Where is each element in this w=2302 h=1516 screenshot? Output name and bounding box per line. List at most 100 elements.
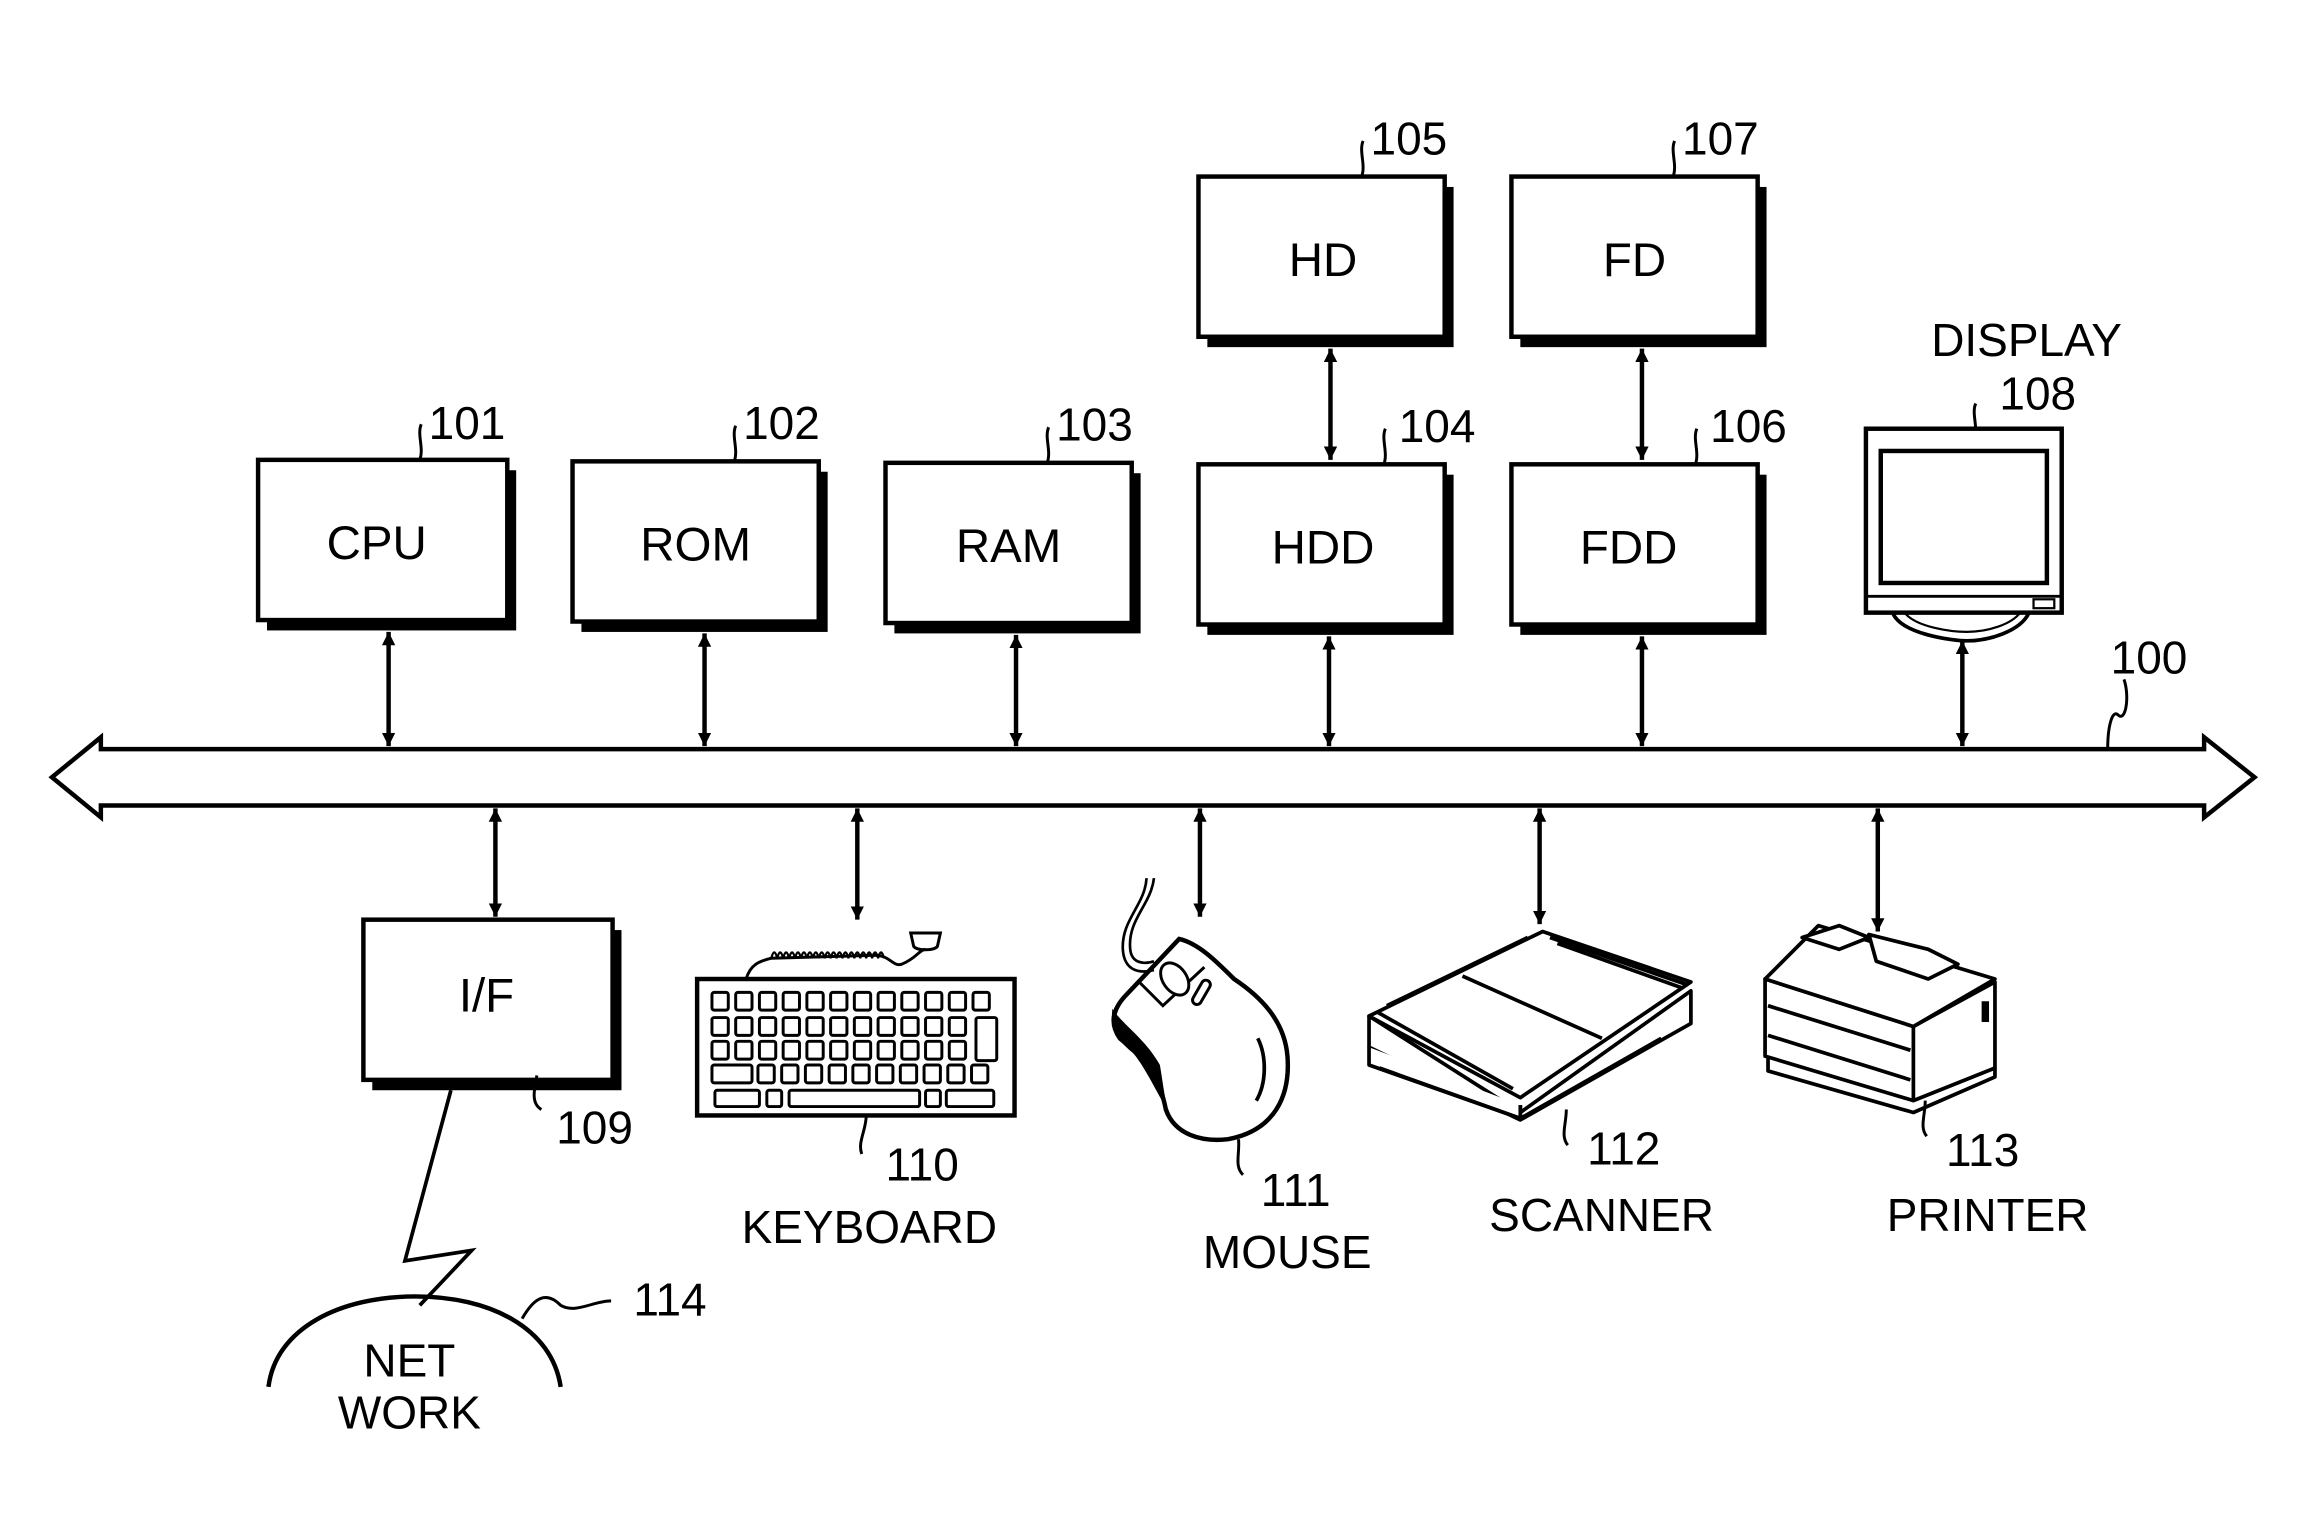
mouse-icon [1111, 877, 1291, 1142]
network-cloud: NET WORK 114 [266, 1274, 707, 1438]
block-fd-label: FD [1603, 234, 1666, 287]
keyboard-key [875, 1063, 895, 1085]
keyboard-key [734, 1016, 754, 1037]
keyboard-key [876, 1039, 896, 1061]
keyboard-key [900, 1016, 920, 1037]
keyboard-key [944, 1088, 996, 1109]
keyboard-key [970, 1063, 990, 1085]
keyboard-key [947, 1039, 968, 1061]
keyboard-key [787, 1088, 922, 1109]
device-keyboard: 110 KEYBOARD [694, 808, 1017, 1253]
network-leader-line [520, 1296, 612, 1320]
printer-ref: 113 [1946, 1124, 2019, 1176]
block-if-label: I/F [459, 970, 514, 1023]
keyboard-key [829, 1039, 849, 1061]
keyboard-icon [694, 931, 1017, 1118]
keyboard-key [780, 1063, 800, 1085]
device-display: DISPLAY 108 [1863, 314, 2122, 747]
keyboard-key [971, 990, 991, 1012]
bus-ref: 100 [2111, 631, 2188, 683]
keyboard-key [757, 1016, 778, 1037]
block-cpu-ref: 101 [429, 397, 506, 449]
mouse-caption: MOUSE [1203, 1226, 1372, 1278]
keyboard-key [900, 990, 920, 1012]
keyboard-key [876, 990, 896, 1012]
keyboard-key [710, 1063, 754, 1085]
keyboard-key [876, 1016, 896, 1037]
keyboard-key [829, 1016, 849, 1037]
device-printer: 113 PRINTER [1763, 808, 2088, 1241]
block-ram: RAM 103 [883, 399, 1141, 747]
keyboard-key [947, 1016, 968, 1037]
keyboard-key [734, 990, 754, 1012]
block-ram-label: RAM [956, 520, 1061, 573]
keyboard-key [852, 1016, 873, 1037]
keyboard-ref: 110 [885, 1139, 958, 1191]
network-label-line1: NET [363, 1335, 455, 1387]
keyboard-key [765, 1088, 784, 1109]
block-fd-ref: 107 [1682, 112, 1759, 164]
network-label-line2: WORK [338, 1386, 481, 1438]
block-if-ref: 109 [556, 1102, 633, 1154]
block-fdd-ref: 106 [1710, 400, 1787, 452]
scanner-icon [1367, 929, 1693, 1122]
keyboard-key [781, 1016, 801, 1037]
keyboard-key [803, 1063, 824, 1085]
bus-leader-line [2106, 678, 2129, 750]
keyboard-key [710, 1016, 730, 1037]
keyboard-key [757, 990, 778, 1012]
keyboard-key [924, 990, 944, 1012]
block-fdd: FDD 106 [1509, 400, 1787, 747]
system-block-diagram: 100 CPU 101 ROM 102 RAM 103 HD 105 HDD 1… [48, 112, 2259, 1438]
block-rom-label: ROM [640, 519, 751, 572]
scanner-caption: SCANNER [1489, 1189, 1714, 1241]
system-bus: 100 [48, 631, 2259, 823]
block-hdd-label: HDD [1272, 522, 1375, 575]
keyboard-key [852, 990, 873, 1012]
block-if: I/F 109 [361, 808, 633, 1307]
block-ram-ref: 103 [1056, 399, 1133, 451]
keyboard-key [851, 1063, 871, 1085]
device-scanner: 112 SCANNER [1367, 808, 1714, 1241]
keyboard-key [900, 1039, 920, 1061]
keyboard-key [924, 1088, 942, 1109]
keyboard-key [924, 1039, 944, 1061]
display-ref: 108 [1999, 367, 2076, 419]
block-hd-label: HD [1289, 234, 1358, 287]
block-hdd: HDD 104 [1196, 400, 1476, 747]
keyboard-key [946, 1063, 966, 1085]
keyboard-caption: KEYBOARD [742, 1201, 997, 1253]
keyboard-key [947, 990, 968, 1012]
keyboard-key [852, 1039, 873, 1061]
keyboard-key [898, 1063, 919, 1085]
monitor-icon [1863, 426, 2064, 643]
bus-double-arrow [48, 732, 2259, 823]
network-ref: 114 [633, 1274, 706, 1326]
network-link-line [402, 1089, 477, 1307]
keyboard-key [734, 1039, 754, 1061]
display-caption: DISPLAY [1931, 314, 2122, 366]
block-rom-ref: 102 [743, 397, 820, 449]
keyboard-key [710, 990, 730, 1012]
block-cpu: CPU 101 [255, 397, 517, 747]
block-fdd-label: FDD [1580, 522, 1678, 575]
keyboard-key [827, 1063, 847, 1085]
keyboard-key [805, 1039, 825, 1061]
block-rom: ROM 102 [570, 397, 828, 747]
keyboard-key [757, 1039, 778, 1061]
keyboard-key [756, 1063, 776, 1085]
printer-icon [1763, 923, 1997, 1115]
keyboard-key [924, 1016, 944, 1037]
block-hdd-ref: 104 [1399, 400, 1476, 452]
keyboard-key [781, 1039, 801, 1061]
keyboard-key [922, 1063, 942, 1085]
scanner-ref: 112 [1587, 1122, 1660, 1174]
keyboard-key [805, 990, 825, 1012]
keyboard-key [713, 1088, 761, 1109]
block-hd-ref: 105 [1371, 112, 1448, 164]
keyboard-key [710, 1039, 730, 1061]
block-cpu-label: CPU [327, 517, 427, 570]
keyboard-key [805, 1016, 825, 1037]
mouse-ref: 111 [1261, 1164, 1331, 1216]
keyboard-key [829, 990, 849, 1012]
